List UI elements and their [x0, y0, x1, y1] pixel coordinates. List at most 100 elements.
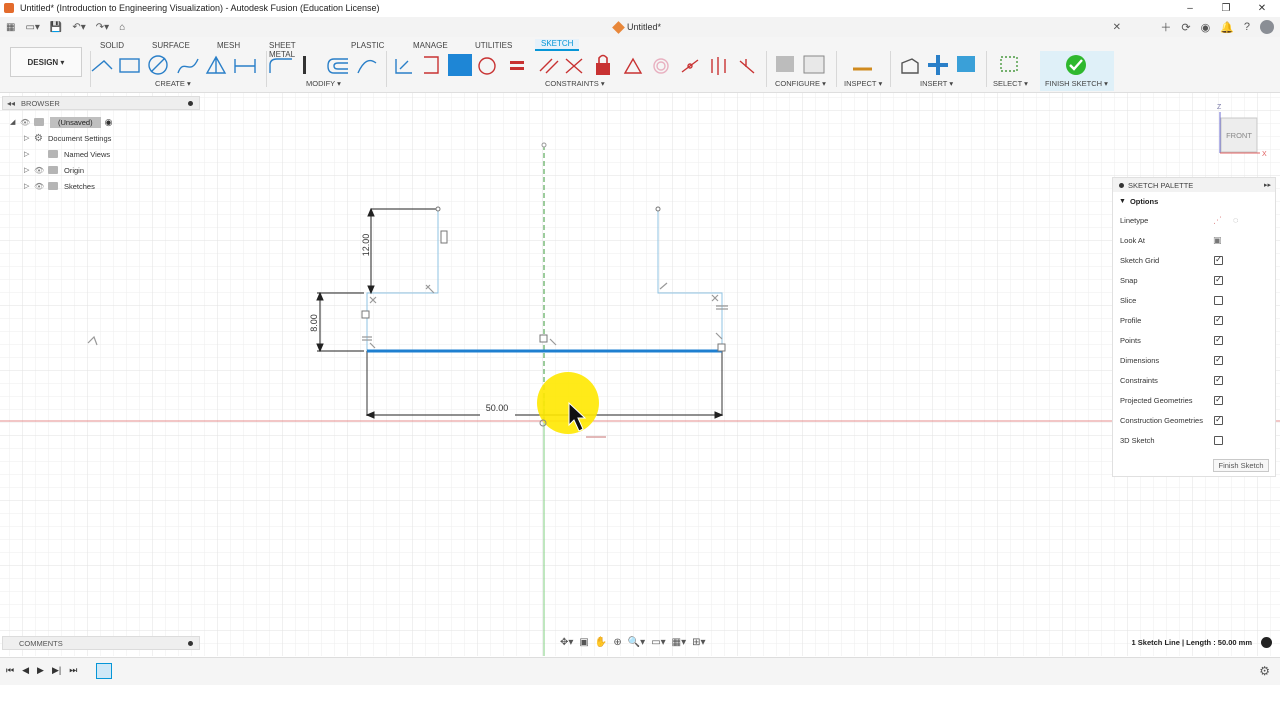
- browser-item-sketches[interactable]: ▷ 👁 Sketches: [24, 179, 95, 193]
- perpendicular-icon[interactable]: [565, 58, 583, 74]
- jobs-icon[interactable]: ◉: [1201, 21, 1211, 34]
- rectangle-tool-icon[interactable]: [119, 58, 140, 73]
- parallel-icon[interactable]: [539, 58, 559, 74]
- display-settings-icon[interactable]: ▭▾: [651, 637, 665, 648]
- inspect-menu[interactable]: INSPECT ▾: [844, 79, 882, 88]
- dimension-height-lower[interactable]: 8.00: [309, 314, 319, 332]
- lock-icon[interactable]: [596, 63, 610, 75]
- circle-tool-icon[interactable]: [148, 55, 168, 75]
- expand-icon[interactable]: ▷: [24, 182, 34, 190]
- zoom-window-icon[interactable]: 🔍▾: [628, 637, 645, 648]
- projected-geometries-checkbox[interactable]: ✓: [1214, 395, 1223, 405]
- configure-menu[interactable]: CONFIGURE ▾: [775, 79, 826, 88]
- visibility-icon[interactable]: 👁: [34, 182, 48, 191]
- dimension-tool-icon[interactable]: [234, 59, 256, 73]
- spline-tool-icon[interactable]: [177, 58, 199, 74]
- trim-icon[interactable]: [303, 56, 306, 74]
- go-to-start-icon[interactable]: ⏮: [6, 665, 14, 676]
- close-tab-icon[interactable]: ✕: [1113, 22, 1121, 33]
- expand-icon[interactable]: ◢: [10, 118, 20, 126]
- line-tool-icon[interactable]: [91, 60, 113, 72]
- viewports-icon[interactable]: ⊞▾: [692, 637, 705, 648]
- app-grid-icon[interactable]: ▦: [6, 22, 15, 33]
- select-menu[interactable]: SELECT ▾: [993, 79, 1028, 88]
- collapse-section-icon[interactable]: ▼: [1119, 198, 1126, 205]
- timeline-sketch-feature[interactable]: [96, 663, 112, 679]
- midpoint-icon[interactable]: [681, 59, 699, 73]
- browser-item-document-settings[interactable]: ▷ ⚙ Document Settings: [24, 131, 111, 145]
- browser-item-root[interactable]: ◢ 👁 (Unsaved) ◉: [10, 115, 112, 129]
- expand-icon[interactable]: ▷: [24, 166, 34, 174]
- document-tab[interactable]: Untitled* ✕: [150, 17, 1125, 37]
- comments-panel[interactable]: COMMENTS: [2, 636, 200, 650]
- palette-finish-sketch-button[interactable]: Finish Sketch: [1213, 459, 1269, 472]
- mirror-icon[interactable]: [395, 59, 412, 74]
- constraints-checkbox[interactable]: ✓: [1214, 375, 1223, 385]
- insert-menu[interactable]: INSERT ▾: [920, 79, 953, 88]
- step-back-icon[interactable]: ◀: [22, 665, 29, 676]
- timeline-settings-icon[interactable]: ⚙: [1259, 664, 1270, 678]
- construction-circle-icon[interactable]: [478, 57, 496, 75]
- create-menu[interactable]: CREATE ▾: [155, 79, 191, 88]
- dimensions-checkbox[interactable]: ✓: [1214, 355, 1223, 365]
- centerline-linetype-icon[interactable]: ◌: [1233, 215, 1238, 225]
- insert-image-icon[interactable]: [957, 56, 975, 72]
- minimize-button[interactable]: –: [1172, 0, 1208, 16]
- browser-item-origin[interactable]: ▷ 👁 Origin: [24, 163, 84, 177]
- offset-tool-icon[interactable]: [327, 58, 348, 74]
- profile-checkbox[interactable]: ✓: [1214, 315, 1223, 325]
- status-indicator-icon[interactable]: [1261, 637, 1272, 648]
- look-at-nav-icon[interactable]: ▣: [579, 637, 588, 648]
- fix-curve-icon[interactable]: [739, 59, 755, 74]
- concentric-icon[interactable]: [653, 58, 669, 74]
- play-icon[interactable]: ▶: [37, 665, 44, 676]
- finish-sketch-menu[interactable]: FINISH SKETCH ▾: [1045, 79, 1108, 88]
- go-to-end-icon[interactable]: ⏭: [69, 665, 77, 676]
- polygon-tool-icon[interactable]: [205, 55, 227, 74]
- sketch-plane-icon[interactable]: [448, 54, 472, 76]
- horizontal-constraint-icon[interactable]: [510, 61, 524, 64]
- look-at-icon[interactable]: ▣: [1213, 235, 1222, 246]
- home-icon[interactable]: ⌂: [119, 22, 125, 33]
- insert-plus-icon[interactable]: [928, 55, 948, 75]
- orbit-icon[interactable]: ✥▾: [560, 637, 573, 648]
- tangent-icon[interactable]: [623, 57, 643, 74]
- step-forward-icon[interactable]: ▶|: [52, 665, 61, 676]
- options-section[interactable]: ▼ Options: [1113, 192, 1275, 210]
- activate-icon[interactable]: ◉: [105, 117, 113, 128]
- close-window-button[interactable]: ✕: [1244, 0, 1280, 16]
- pan-icon[interactable]: ✋: [595, 637, 607, 648]
- sync-icon[interactable]: ⟳: [1181, 21, 1190, 34]
- save-icon[interactable]: 💾: [50, 22, 62, 33]
- snap-checkbox[interactable]: ✓: [1214, 275, 1223, 285]
- new-tab-icon[interactable]: ＋: [1160, 19, 1171, 35]
- view-cube[interactable]: Z X FRONT: [1215, 100, 1270, 160]
- configure-icon[interactable]: [776, 56, 794, 72]
- visibility-icon[interactable]: 👁: [20, 118, 34, 127]
- expand-icon[interactable]: ▷: [24, 134, 34, 142]
- browser-header[interactable]: ◂◂ BROWSER: [2, 96, 200, 110]
- spline-curve-icon[interactable]: [357, 59, 377, 74]
- collapse-icon[interactable]: ◂◂: [7, 99, 15, 108]
- dimension-height-upper[interactable]: 12.00: [361, 234, 371, 257]
- visibility-icon[interactable]: 👁: [34, 166, 48, 175]
- table-icon[interactable]: [803, 55, 825, 74]
- zoom-icon[interactable]: ⊕: [613, 637, 621, 648]
- undo-icon[interactable]: ↶▾: [72, 22, 85, 33]
- insert-component-icon[interactable]: [901, 58, 919, 74]
- 3d-sketch-checkbox[interactable]: [1214, 435, 1223, 445]
- project-icon[interactable]: [424, 56, 439, 74]
- avatar[interactable]: [1260, 20, 1274, 34]
- construction-linetype-icon[interactable]: ⋰: [1213, 215, 1222, 226]
- modify-menu[interactable]: MODIFY ▾: [306, 79, 341, 88]
- slice-checkbox[interactable]: [1214, 295, 1223, 305]
- sketch-grid-checkbox[interactable]: ✓: [1214, 255, 1223, 265]
- pin-icon[interactable]: [1119, 182, 1124, 188]
- select-tool-icon[interactable]: [1000, 56, 1018, 72]
- symmetry-icon[interactable]: [711, 57, 726, 75]
- browser-item-named-views[interactable]: ▷ Named Views: [24, 147, 110, 161]
- notifications-icon[interactable]: 🔔: [1220, 21, 1234, 34]
- file-menu-icon[interactable]: ▭▾: [25, 22, 39, 33]
- fillet-tool-icon[interactable]: [269, 58, 292, 73]
- pin-icon[interactable]: [188, 100, 193, 106]
